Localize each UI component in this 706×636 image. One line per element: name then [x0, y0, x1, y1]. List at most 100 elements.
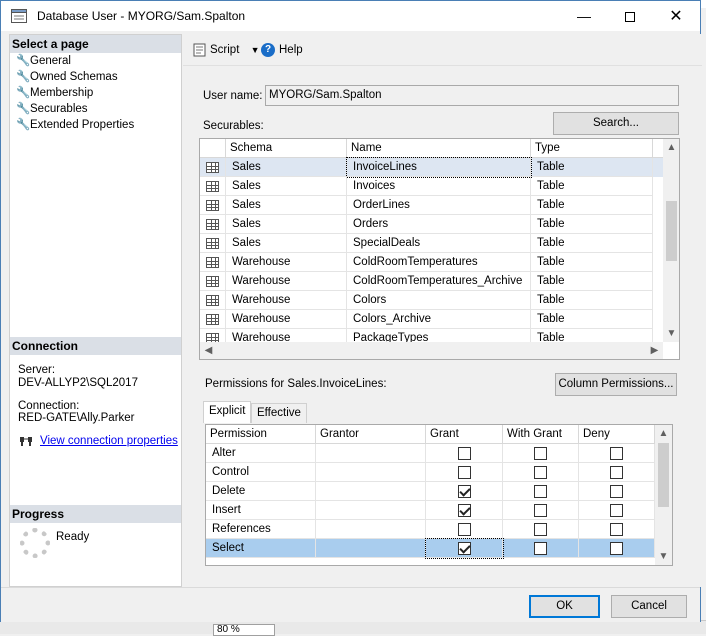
- table-cell-icon: [200, 291, 226, 310]
- table-cell-icon: [200, 215, 226, 234]
- table-row[interactable]: Warehouse ColdRoomTemperatures Table: [200, 253, 663, 272]
- page-item-general[interactable]: 🔧General: [16, 53, 71, 69]
- grantor-cell: [316, 444, 426, 463]
- page-item-securables[interactable]: 🔧Securables: [16, 101, 88, 117]
- permission-row[interactable]: Insert: [206, 501, 655, 520]
- tab-effective[interactable]: Effective: [251, 403, 307, 423]
- table-cell-name: Invoices: [347, 177, 531, 196]
- permission-row[interactable]: Select: [206, 538, 655, 559]
- permission-row[interactable]: References: [206, 520, 655, 539]
- minimize-button[interactable]: —: [561, 1, 607, 31]
- title-bar[interactable]: Database User - MYORG/Sam.Spalton — ✕: [1, 1, 700, 31]
- dialog-button-bar: OK Cancel: [1, 587, 700, 622]
- view-connection-properties-link[interactable]: View connection properties: [40, 435, 178, 447]
- table-row[interactable]: Sales Orders Table: [200, 215, 663, 234]
- table-row[interactable]: Sales InvoiceLines Table: [200, 157, 663, 178]
- user-name-field[interactable]: MYORG/Sam.Spalton: [265, 85, 679, 106]
- table-cell-type: Table: [531, 272, 653, 291]
- tab-explicit[interactable]: Explicit: [203, 401, 252, 423]
- page-item-label: Extended Properties: [30, 119, 135, 131]
- column-header-permission[interactable]: Permission: [206, 425, 316, 444]
- column-header-deny[interactable]: Deny: [579, 425, 655, 444]
- scroll-up-icon[interactable]: ▲: [655, 425, 672, 442]
- permission-row[interactable]: Alter: [206, 444, 655, 463]
- with-grant-checkbox[interactable]: [534, 447, 547, 460]
- page-item-membership[interactable]: 🔧Membership: [16, 85, 93, 101]
- table-cell-name: SpecialDeals: [347, 234, 531, 253]
- column-header-schema[interactable]: Schema: [226, 139, 347, 158]
- deny-checkbox[interactable]: [610, 466, 623, 479]
- column-header-type[interactable]: Type: [531, 139, 653, 158]
- with-grant-checkbox[interactable]: [534, 485, 547, 498]
- page-item-label: Membership: [30, 87, 94, 99]
- deny-checkbox[interactable]: [610, 542, 623, 555]
- table-cell-type: Table: [531, 158, 653, 177]
- close-button[interactable]: ✕: [653, 1, 699, 31]
- permission-row[interactable]: Control: [206, 463, 655, 482]
- column-header-name[interactable]: Name: [347, 139, 531, 158]
- with-grant-checkbox[interactable]: [534, 523, 547, 536]
- help-button[interactable]: ? Help: [261, 42, 303, 58]
- deny-checkbox[interactable]: [610, 485, 623, 498]
- scroll-down-icon[interactable]: ▼: [655, 548, 672, 565]
- table-icon: [206, 200, 219, 211]
- table-row[interactable]: Warehouse Colors Table: [200, 291, 663, 310]
- table-cell-schema: Warehouse: [226, 291, 347, 310]
- page-item-owned-schemas[interactable]: 🔧Owned Schemas: [16, 69, 118, 85]
- column-permissions-button[interactable]: Column Permissions...: [555, 373, 677, 396]
- table-cell-type: Table: [531, 196, 653, 215]
- script-button[interactable]: Script ▼: [193, 42, 260, 58]
- permissions-label: Permissions for Sales.InvoiceLines:: [205, 378, 387, 390]
- page-item-label: Owned Schemas: [30, 71, 118, 83]
- deny-checkbox[interactable]: [610, 523, 623, 536]
- zoom-dropdown[interactable]: 80 %: [213, 624, 275, 636]
- securables-hscrollbar[interactable]: ◀ ▶: [200, 342, 663, 359]
- table-icon: [206, 219, 219, 230]
- with-grant-checkbox[interactable]: [534, 504, 547, 517]
- grant-cell: [426, 501, 503, 520]
- connection-header: Connection: [10, 337, 181, 355]
- grant-checkbox[interactable]: [458, 542, 471, 555]
- column-header-grant[interactable]: Grant: [426, 425, 503, 444]
- securables-vscrollbar[interactable]: ▲ ▼: [663, 139, 679, 342]
- deny-cell: [579, 539, 655, 558]
- with-grant-checkbox[interactable]: [534, 542, 547, 555]
- permissions-vscrollbar[interactable]: ▲ ▼: [655, 425, 672, 565]
- maximize-button[interactable]: [607, 1, 653, 31]
- scroll-thumb[interactable]: [666, 201, 677, 261]
- scroll-up-icon[interactable]: ▲: [663, 139, 679, 156]
- grant-checkbox[interactable]: [458, 485, 471, 498]
- with-grant-cell: [503, 444, 579, 463]
- column-header-grantor[interactable]: Grantor: [316, 425, 426, 444]
- scroll-down-icon[interactable]: ▼: [663, 325, 679, 342]
- with-grant-cell: [503, 520, 579, 539]
- scroll-thumb[interactable]: [658, 443, 669, 507]
- select-page-header: Select a page: [10, 35, 181, 53]
- with-grant-checkbox[interactable]: [534, 466, 547, 479]
- scroll-left-icon[interactable]: ◀: [200, 342, 217, 359]
- maximize-icon: [625, 12, 635, 23]
- table-cell-schema: Sales: [226, 177, 347, 196]
- grant-checkbox[interactable]: [458, 447, 471, 460]
- table-row[interactable]: Sales SpecialDeals Table: [200, 234, 663, 253]
- deny-checkbox[interactable]: [610, 504, 623, 517]
- grantor-cell: [316, 501, 426, 520]
- grant-checkbox[interactable]: [458, 523, 471, 536]
- deny-checkbox[interactable]: [610, 447, 623, 460]
- permission-row[interactable]: Delete: [206, 482, 655, 501]
- column-header-with-grant[interactable]: With Grant: [503, 425, 579, 444]
- scroll-right-icon[interactable]: ▶: [646, 342, 663, 359]
- permissions-grid[interactable]: Permission Grantor Grant With Grant Deny…: [205, 424, 673, 566]
- table-row[interactable]: Warehouse ColdRoomTemperatures_Archive Tab…: [200, 272, 663, 291]
- page-item-extended-properties[interactable]: 🔧Extended Properties: [16, 117, 134, 133]
- cancel-button[interactable]: Cancel: [611, 595, 687, 618]
- table-cell-schema: Warehouse: [226, 272, 347, 291]
- grant-checkbox[interactable]: [458, 466, 471, 479]
- table-row[interactable]: Warehouse Colors_Archive Table: [200, 310, 663, 329]
- securables-grid[interactable]: Schema Name Type Sales InvoiceLines Table S…: [199, 138, 680, 360]
- table-row[interactable]: Sales OrderLines Table: [200, 196, 663, 215]
- ok-button[interactable]: OK: [529, 595, 600, 618]
- search-button[interactable]: Search...: [553, 112, 679, 135]
- grant-checkbox[interactable]: [458, 504, 471, 517]
- table-row[interactable]: Sales Invoices Table: [200, 177, 663, 196]
